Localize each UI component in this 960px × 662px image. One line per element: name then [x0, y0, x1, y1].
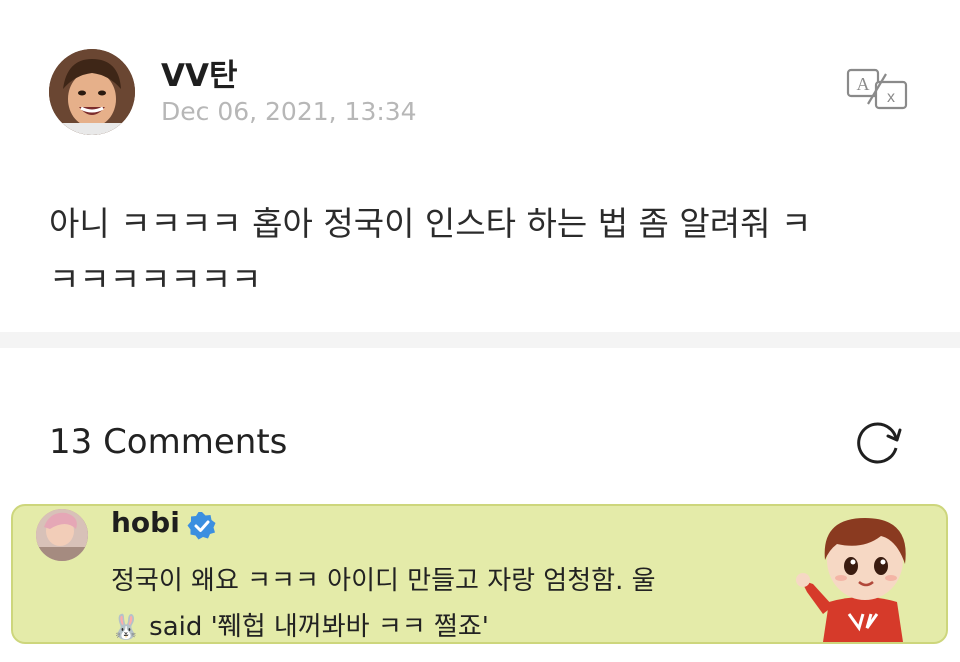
author-avatar[interactable] — [49, 49, 135, 135]
commenter-name[interactable]: hobi — [111, 506, 180, 539]
comments-count: 13 Comments — [49, 422, 288, 462]
svg-text:x: x — [887, 89, 895, 106]
author-name[interactable]: VV탄 — [161, 50, 238, 95]
svg-text:A: A — [857, 74, 870, 94]
comment-text: 정국이 왜요 ㅋㅋㅋ 아이디 만들고 자랑 엄청함. 울 🐰 said '쮀헙 … — [111, 558, 771, 642]
rabbit-icon: 🐰 — [111, 613, 141, 641]
comment-item: hobi 정국이 왜요 ㅋㅋㅋ 아이디 만들고 자랑 엄청함. 울 🐰 said… — [11, 504, 948, 644]
commenter-avatar-image — [36, 509, 88, 561]
comment-text-line-1: 정국이 왜요 ㅋㅋㅋ 아이디 만들고 자랑 엄청함. 울 — [111, 566, 656, 596]
verified-badge-icon — [187, 511, 217, 541]
commenter-avatar[interactable] — [36, 509, 88, 561]
comment-text-line-2: said '쮀헙 내꺼봐바 ㅋㅋ 쩔죠' — [140, 612, 489, 642]
translate-icon[interactable]: A x — [846, 68, 908, 110]
post-timestamp: Dec 06, 2021, 13:34 — [161, 97, 417, 126]
character-sticker-icon — [793, 510, 933, 642]
post-body: 아니 ㅋㅋㅋㅋ 홉아 정국이 인스타 하는 법 좀 알려줘 ㅋ ㅋㅋㅋㅋㅋㅋㅋ — [49, 196, 929, 308]
post-body-line-2: ㅋㅋㅋㅋㅋㅋㅋ — [49, 260, 262, 299]
refresh-icon[interactable] — [852, 416, 904, 468]
post-body-line-1: 아니 ㅋㅋㅋㅋ 홉아 정국이 인스타 하는 법 좀 알려줘 ㅋ — [49, 204, 812, 243]
post: VV탄 Dec 06, 2021, 13:34 A x 아니 ㅋㅋㅋㅋ 홉아 정… — [0, 0, 960, 332]
author-avatar-image — [49, 49, 135, 135]
section-divider — [0, 332, 960, 348]
